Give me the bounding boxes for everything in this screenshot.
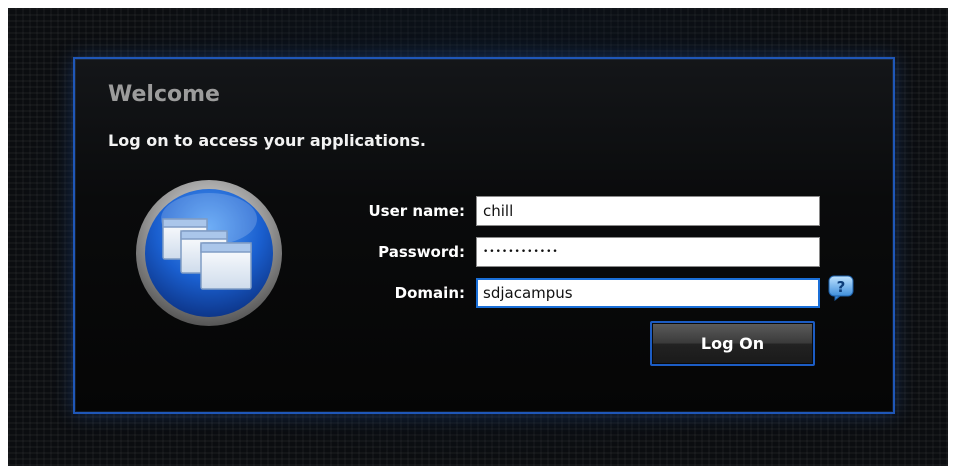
login-subtitle: Log on to access your applications. bbox=[108, 131, 426, 150]
svg-text:?: ? bbox=[837, 278, 846, 296]
log-on-button[interactable]: Log On bbox=[650, 321, 815, 366]
password-input[interactable] bbox=[476, 237, 820, 267]
username-label: User name: bbox=[368, 202, 465, 220]
welcome-title: Welcome bbox=[108, 82, 220, 107]
help-icon[interactable]: ? bbox=[828, 275, 854, 301]
app-windows-icon bbox=[136, 180, 282, 326]
domain-label: Domain: bbox=[394, 284, 465, 302]
login-panel: Welcome Log on to access your applicatio… bbox=[73, 57, 895, 414]
domain-input[interactable] bbox=[476, 278, 820, 308]
username-input[interactable] bbox=[476, 196, 820, 226]
login-background: Welcome Log on to access your applicatio… bbox=[8, 8, 948, 466]
password-label: Password: bbox=[378, 243, 465, 261]
